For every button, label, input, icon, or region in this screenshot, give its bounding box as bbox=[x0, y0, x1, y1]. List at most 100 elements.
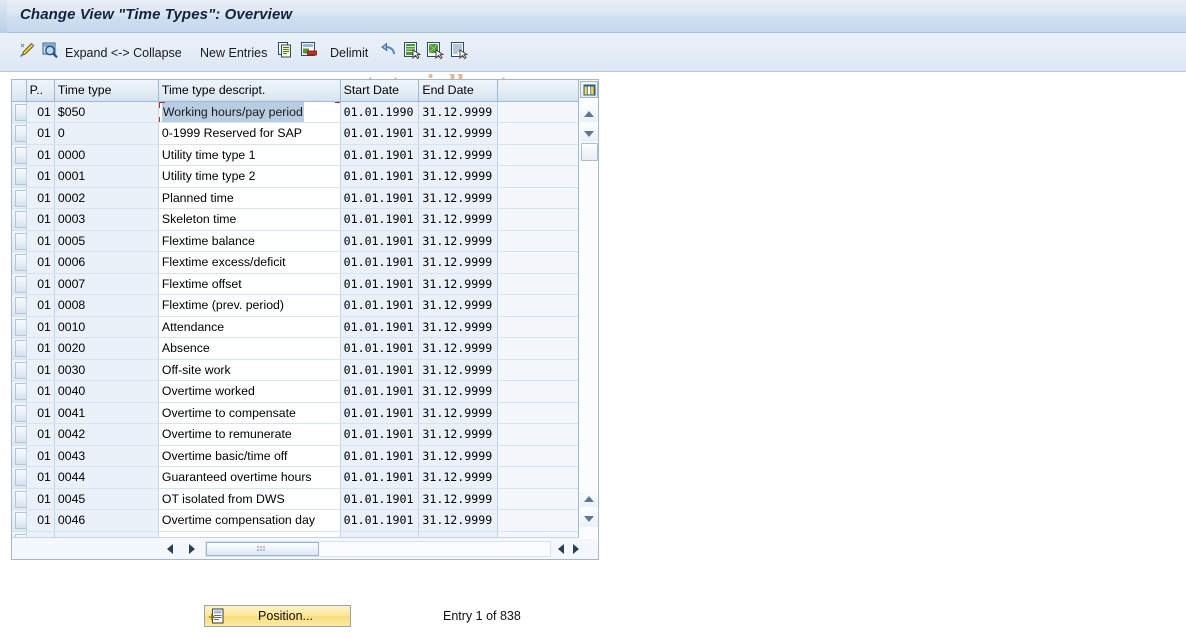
cell-time-type[interactable]: 0044 bbox=[54, 466, 159, 489]
cell-start-date[interactable]: 01.01.1901 bbox=[340, 294, 420, 317]
hscroll-left-button[interactable] bbox=[162, 541, 177, 556]
cell-end-date[interactable]: 31.12.9999 bbox=[418, 144, 499, 166]
row-select-cell[interactable] bbox=[12, 488, 27, 510]
table-row[interactable]: 01 0006 Flextime excess/deficit 01.01.1901 3… bbox=[12, 251, 579, 274]
cell-description[interactable]: Overtime to compensate bbox=[158, 402, 341, 424]
cell-start-date[interactable]: 01.01.1901 bbox=[340, 509, 420, 532]
cell-description[interactable]: OT isolated from DWS bbox=[158, 488, 341, 510]
table-row[interactable]: 01 0002 Planned time 01.01.1901 31.12.9999 bbox=[12, 187, 579, 209]
cell-time-type[interactable]: 0007 bbox=[54, 273, 159, 295]
row-select-button[interactable] bbox=[15, 318, 26, 336]
cell-description[interactable]: Planned time bbox=[158, 187, 341, 209]
cell-end-date[interactable]: 31.12.9999 bbox=[418, 165, 499, 188]
table-row[interactable]: 01 0046 Overtime compensation day 01.01.190… bbox=[12, 509, 579, 532]
cell-end-date[interactable]: 31.12.9999 bbox=[418, 423, 499, 446]
table-settings-button[interactable] bbox=[580, 81, 598, 98]
cell-p[interactable]: 01 bbox=[26, 466, 55, 489]
row-select-button[interactable] bbox=[15, 469, 26, 487]
cell-description[interactable]: Guaranteed overtime hours bbox=[158, 466, 341, 489]
row-select-cell[interactable] bbox=[12, 187, 27, 209]
table-row[interactable]: 01 0042 Overtime to remunerate 01.01.1901 31… bbox=[12, 423, 579, 446]
cell-start-date[interactable]: 01.01.1901 bbox=[340, 144, 420, 166]
cell-description[interactable]: Overtime to remunerate bbox=[158, 423, 341, 446]
grid-vertical-scrollbar[interactable] bbox=[578, 80, 598, 539]
table-row[interactable]: 01 0001 Utility time type 2 01.01.1901 31.12… bbox=[12, 165, 579, 188]
table-row[interactable]: 01 0010 Attendance 01.01.1901 31.12.9999 bbox=[12, 316, 579, 338]
row-select-cell[interactable] bbox=[12, 144, 27, 166]
cell-start-date[interactable]: 01.01.1901 bbox=[340, 230, 420, 252]
cell-p[interactable]: 01 bbox=[26, 402, 55, 424]
row-select-button[interactable] bbox=[15, 297, 26, 315]
hscroll-first-column-button[interactable] bbox=[553, 541, 568, 556]
cell-p[interactable]: 01 bbox=[26, 337, 55, 360]
cell-end-date[interactable]: 31.12.9999 bbox=[418, 122, 499, 145]
cell-end-date[interactable]: 31.12.9999 bbox=[418, 488, 499, 510]
cell-end-date[interactable]: 31.12.9999 bbox=[418, 402, 499, 424]
cell-p[interactable]: 01 bbox=[26, 380, 55, 403]
cell-end-date[interactable]: 31.12.9999 bbox=[418, 359, 499, 381]
cell-time-type[interactable]: 0003 bbox=[54, 208, 159, 231]
cell-time-type[interactable]: 0002 bbox=[54, 187, 159, 209]
cell-p[interactable]: 01 bbox=[26, 144, 55, 166]
cell-end-date[interactable]: 31.12.9999 bbox=[418, 380, 499, 403]
table-row[interactable]: 01 0 0-1999 Reserved for SAP 01.01.1901 31.1… bbox=[12, 122, 579, 145]
cell-start-date[interactable]: 01.01.1901 bbox=[340, 359, 420, 381]
cell-end-date[interactable]: 31.12.9999 bbox=[418, 316, 499, 338]
hscroll-right-button[interactable] bbox=[184, 541, 199, 556]
select-all-button[interactable] bbox=[403, 33, 422, 72]
row-select-cell[interactable] bbox=[12, 423, 27, 446]
cell-start-date[interactable]: 01.01.1901 bbox=[340, 251, 420, 274]
cell-description[interactable]: Flextime offset bbox=[158, 273, 341, 295]
cell-description[interactable]: Overtime basic/time off bbox=[158, 445, 341, 467]
cell-end-date[interactable]: 31.12.9999 bbox=[418, 230, 499, 252]
row-select-cell[interactable] bbox=[12, 273, 27, 295]
cell-p[interactable]: 01 bbox=[26, 101, 55, 123]
select-block-button[interactable] bbox=[426, 33, 445, 72]
row-select-button[interactable] bbox=[15, 490, 26, 508]
column-header-start-date[interactable]: Start Date bbox=[340, 80, 420, 102]
cell-start-date[interactable]: 01.01.1990 bbox=[340, 101, 420, 123]
cell-description[interactable]: Working hours/pay period bbox=[158, 101, 341, 123]
table-row[interactable]: 01 0005 Flextime balance 01.01.1901 31.12.99… bbox=[12, 230, 579, 252]
hscroll-last-column-button[interactable] bbox=[568, 541, 583, 556]
row-select-cell[interactable] bbox=[12, 251, 27, 274]
cell-description[interactable]: Flextime excess/deficit bbox=[158, 251, 341, 274]
cell-time-type[interactable]: 0040 bbox=[54, 380, 159, 403]
cell-end-date[interactable]: 31.12.9999 bbox=[418, 337, 499, 360]
row-select-cell[interactable] bbox=[12, 208, 27, 231]
grid-scroll-up-button[interactable] bbox=[580, 105, 598, 122]
cell-p[interactable]: 01 bbox=[26, 423, 55, 446]
table-row[interactable]: 01 0045 OT isolated from DWS 01.01.1901 31.1… bbox=[12, 488, 579, 510]
table-row[interactable]: 01 0040 Overtime worked 01.01.1901 31.12.999… bbox=[12, 380, 579, 403]
table-row[interactable]: 01 0043 Overtime basic/time off 01.01.1901 3… bbox=[12, 445, 579, 467]
cell-end-date[interactable]: 31.12.9999 bbox=[418, 509, 499, 532]
row-select-button[interactable] bbox=[15, 254, 26, 272]
cell-end-date[interactable]: 31.12.9999 bbox=[418, 273, 499, 295]
deselect-all-button[interactable] bbox=[450, 33, 469, 72]
cell-p[interactable]: 01 bbox=[26, 273, 55, 295]
row-select-cell[interactable] bbox=[12, 380, 27, 403]
row-select-cell[interactable] bbox=[12, 466, 27, 489]
cell-p[interactable]: 01 bbox=[26, 316, 55, 338]
row-select-button[interactable] bbox=[15, 361, 26, 379]
row-select-button[interactable] bbox=[15, 103, 26, 121]
cell-start-date[interactable]: 01.01.1901 bbox=[340, 165, 420, 188]
delete-button[interactable] bbox=[300, 33, 318, 72]
row-select-cell[interactable] bbox=[12, 294, 27, 317]
row-select-button[interactable] bbox=[15, 146, 26, 164]
column-header-time-type[interactable]: Time type bbox=[54, 80, 159, 102]
cell-start-date[interactable]: 01.01.1901 bbox=[340, 488, 420, 510]
new-entries-button[interactable]: New Entries bbox=[200, 33, 267, 72]
cell-time-type[interactable]: 0020 bbox=[54, 337, 159, 360]
cell-start-date[interactable]: 01.01.1901 bbox=[340, 445, 420, 467]
row-select-button[interactable] bbox=[15, 125, 26, 143]
cell-time-type[interactable]: 0042 bbox=[54, 423, 159, 446]
cell-start-date[interactable]: 01.01.1901 bbox=[340, 380, 420, 403]
cell-time-type[interactable]: 0043 bbox=[54, 445, 159, 467]
cell-start-date[interactable]: 01.01.1901 bbox=[340, 122, 420, 145]
row-select-cell[interactable] bbox=[12, 316, 27, 338]
cell-time-type[interactable]: 0010 bbox=[54, 316, 159, 338]
column-header-end-date[interactable]: End Date bbox=[418, 80, 499, 102]
cell-description[interactable]: Skeleton time bbox=[158, 208, 341, 231]
expand-collapse-button[interactable]: Expand <-> Collapse bbox=[65, 33, 182, 72]
